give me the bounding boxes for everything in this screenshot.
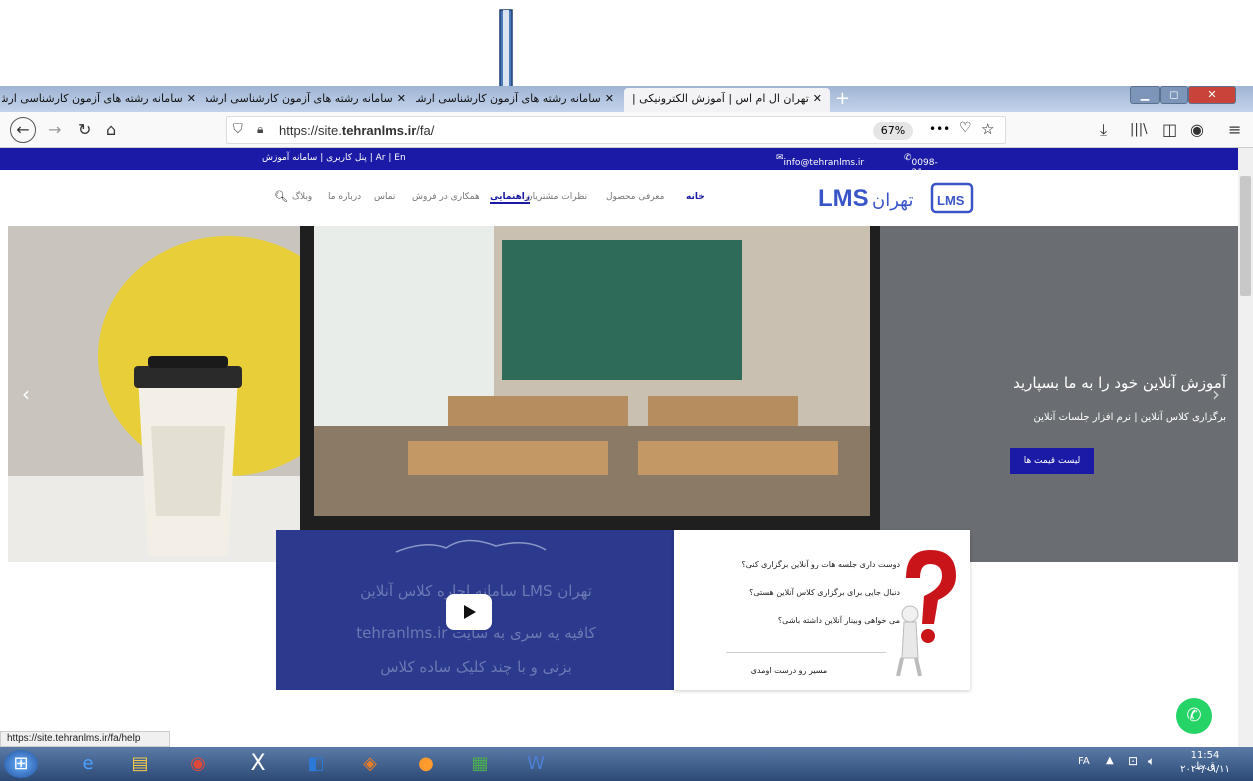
internet-explorer-icon[interactable]: e (68, 750, 108, 778)
site-header: 🔍︎ وبلاگ درباره ما تماس همکاری در فروش ر… (0, 170, 1238, 226)
zoom-level-badge[interactable]: 67% (873, 122, 913, 140)
url-bar[interactable]: ⛉ 🔒︎ https://site.tehranlms.ir/fa/ 67% •… (226, 116, 1006, 144)
email-link[interactable]: ✉ info@tehranlms.ir (776, 153, 864, 168)
reload-icon[interactable]: ↻ (78, 120, 91, 139)
question-3: می خواهی وبینار آنلاین داشته باشی؟ (777, 616, 900, 625)
play-button[interactable] (446, 594, 492, 630)
menu-item-products[interactable]: معرفی محصول (606, 192, 664, 202)
chrome-icon[interactable]: ◉ (178, 750, 218, 778)
close-tab-icon[interactable]: ✕ (813, 92, 822, 105)
hero-subtitle: برگزاری کلاس آنلاین | نرم افزار جلسات آن… (1033, 412, 1226, 423)
play-icon (464, 605, 476, 619)
video-panel: تهران LMS سامانه اجاره کلاس آنلاین کافیه… (276, 530, 674, 690)
volume-icon[interactable]: 🔈︎ (1148, 754, 1155, 769)
excel-icon[interactable]: ▦ (460, 750, 500, 778)
menu-item-contact[interactable]: تماس (374, 192, 395, 202)
menu-item-blog[interactable]: وبلاگ (292, 192, 312, 202)
svg-text:LMS: LMS (937, 193, 965, 208)
question-1: دوست داری جلسه هات رو آنلاین برگزاری کنی… (741, 560, 900, 569)
site-top-strip: پنل کاربری | سامانه آموزش | Ar | En ✉ in… (0, 148, 1238, 188)
hero-image (8, 226, 1238, 562)
top-links[interactable]: پنل کاربری | سامانه آموزش | Ar | En (262, 153, 406, 163)
download-icon[interactable]: ⤓ (1100, 120, 1107, 140)
slider-prev-icon[interactable]: ‹ (22, 382, 30, 406)
search-icon[interactable]: 🔍︎ (274, 190, 288, 203)
word-icon[interactable]: W (516, 750, 556, 778)
cube-app-icon[interactable]: ◈ (350, 750, 390, 778)
menu-item-home[interactable]: خانه (686, 192, 705, 202)
menu-item-about[interactable]: درباره ما (328, 192, 361, 202)
hero-title: آموزش آنلاین خود را به ما بسپارید (1013, 374, 1226, 392)
minimize-button[interactable]: ▁ (1130, 86, 1160, 104)
menu-icon[interactable]: ≡ (1228, 120, 1241, 139)
price-list-button[interactable]: لیست قیمت ها (1010, 448, 1094, 474)
browser-tab-bar: ✕سامانه رشته های آزمون کارشناسی ارشد ✕سا… (0, 86, 1253, 112)
clock-date: ۲۰۲۰/۰۹/۱۱ (1180, 764, 1230, 775)
browser-tab-active[interactable]: ✕تهران ال ام اس | آموزش الکترونیکی | (624, 88, 830, 112)
account-icon[interactable]: ◉ (1190, 120, 1204, 139)
library-icon[interactable]: |||\ (1130, 122, 1148, 137)
tray-expand-icon[interactable]: ▲ (1106, 755, 1114, 766)
question-mark-figure (896, 550, 956, 677)
status-url: https://site.tehranlms.ir/fa/help (0, 731, 170, 747)
windows-taskbar: ⊞ e ▤ ◉ X ◧ ◈ ● ▦ W FA ▲ ⊡ 🔈︎ 11:54 ق.ظ … (0, 747, 1253, 781)
home-icon[interactable]: ⌂ (106, 120, 116, 139)
start-button-icon[interactable]: ⊞ (4, 750, 38, 778)
question-footer: مسیر رو درست اومدی (750, 666, 828, 675)
menu-item-help[interactable]: راهنمایی (490, 192, 531, 204)
whatsapp-icon[interactable]: ✆ (1176, 698, 1212, 734)
pocket-icon[interactable]: ♡ (959, 120, 972, 136)
file-explorer-icon[interactable]: ▤ (120, 750, 160, 778)
page-scrollbar[interactable] (1238, 148, 1253, 748)
shield-icon: ⛉ (233, 122, 243, 137)
divider (726, 652, 886, 653)
firefox-icon[interactable]: ● (406, 750, 446, 778)
close-window-button[interactable]: ✕ (1188, 86, 1236, 104)
language-indicator[interactable]: FA (1078, 756, 1090, 767)
browser-tab[interactable]: ✕سامانه رشته های آزمون کارشناسی ارشد (2, 88, 204, 112)
sidebar-icon[interactable]: ◫ (1162, 120, 1177, 139)
browser-tab[interactable]: ✕سامانه رشته های آزمون کارشناسی ارشد (416, 88, 622, 112)
lock-icon: 🔒︎ (257, 122, 264, 136)
question-2: دنبال جایی برای برگزاری کلاس آنلاین هستی… (749, 588, 900, 597)
network-icon[interactable]: ⊡ (1128, 754, 1138, 768)
forward-icon[interactable]: → (48, 120, 61, 139)
hero-slider: ‹ › آموزش آنلاین خود را به ما بسپارید بر… (8, 226, 1238, 562)
scrollbar-thumb[interactable] (1240, 176, 1251, 296)
page-actions-icon[interactable]: ••• (929, 122, 950, 136)
menu-item-reviews[interactable]: نظرات مشتریان (526, 192, 587, 202)
logo-text: LMS (818, 185, 869, 212)
browser-nav-bar: ← → ↻ ⌂ ⛉ 🔒︎ https://site.tehranlms.ir/f… (0, 112, 1253, 148)
menu-item-sales[interactable]: همکاری در فروش (412, 192, 480, 202)
video-line-3: بزنی و با چند کلیک ساده کلاس (380, 658, 572, 676)
svg-text:تهران: تهران (872, 190, 913, 211)
phone-link[interactable]: ✆ 0098-21-78146 (904, 153, 940, 188)
url-text: https://site.tehranlms.ir/fa/ (279, 123, 435, 138)
browser-tab[interactable]: ✕سامانه رشته های آزمون کارشناسی ارشد (206, 88, 414, 112)
site-logo[interactable]: LMS تهران LMS (816, 178, 976, 218)
maximize-button[interactable]: ◻ (1160, 86, 1188, 104)
back-icon[interactable]: ← (10, 117, 36, 143)
close-tab-icon[interactable]: ✕ (187, 92, 196, 105)
new-tab-button[interactable]: + (834, 88, 858, 112)
close-tab-icon[interactable]: ✕ (605, 92, 614, 105)
x-app-icon[interactable]: X (238, 750, 278, 778)
close-tab-icon[interactable]: ✕ (397, 92, 406, 105)
bookmark-star-icon[interactable]: ☆ (981, 120, 994, 138)
media-app-icon[interactable]: ◧ (296, 750, 336, 778)
questions-panel: دوست داری جلسه هات رو آنلاین برگزاری کنی… (674, 530, 970, 690)
